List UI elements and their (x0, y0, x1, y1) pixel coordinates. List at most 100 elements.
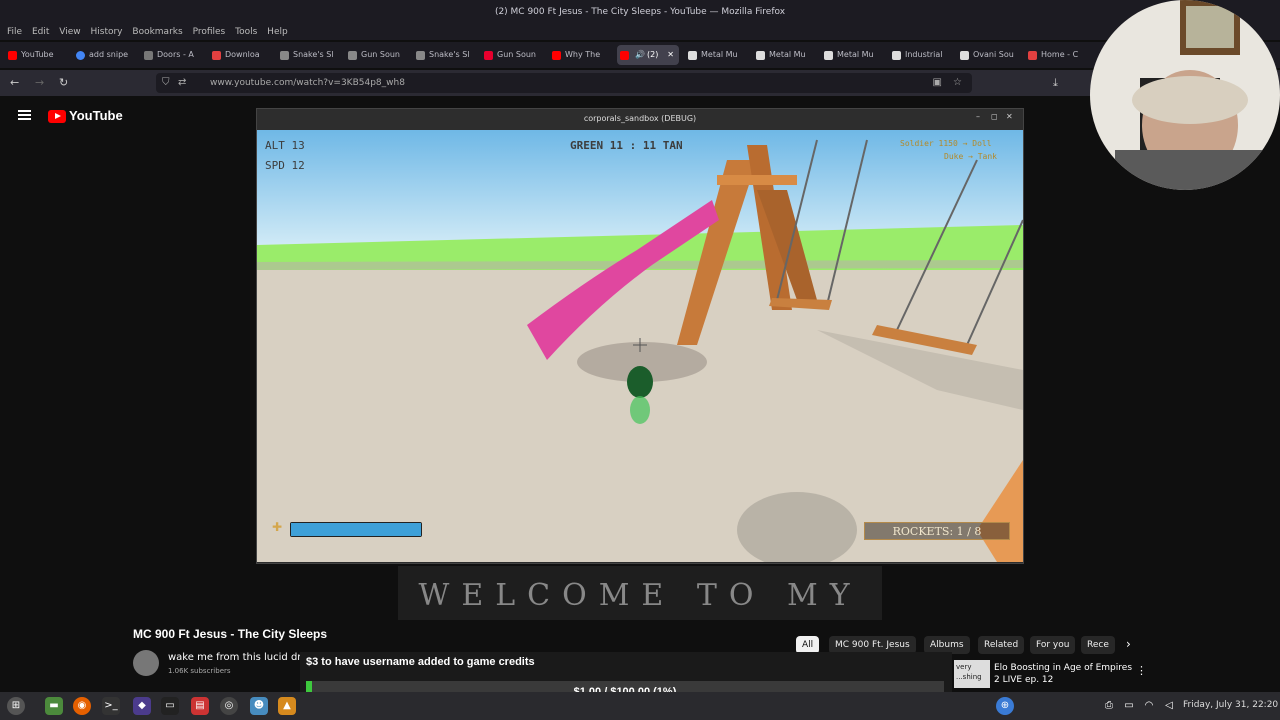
game-scene (257, 130, 1023, 562)
health-bar (290, 522, 422, 537)
menu-bar: File Edit View History Bookmarks Profile… (0, 24, 1280, 40)
tab-label: Metal Mu (837, 50, 874, 59)
tab-snakes-1[interactable]: Snake's Sl (277, 45, 339, 65)
menu-view[interactable]: View (59, 24, 80, 40)
more-vert-icon[interactable]: ⋮ (1136, 664, 1147, 677)
menu-profiles[interactable]: Profiles (193, 24, 226, 40)
tab-metal-2[interactable]: Metal Mu (753, 45, 815, 65)
app-icon[interactable]: ▲ (278, 697, 296, 715)
tab-label: Industrial (905, 50, 943, 59)
tab-home[interactable]: Home - C (1025, 45, 1087, 65)
tab-ovani[interactable]: Ovani Sou (957, 45, 1019, 65)
tab-metal-3[interactable]: Metal Mu (821, 45, 883, 65)
logo-text: YouTube (69, 108, 123, 123)
welcome-banner: WELCOME TO MY DREAM (398, 566, 882, 620)
altitude-readout: ALT 13 (265, 139, 305, 152)
w-favicon-icon (892, 51, 901, 60)
page-favicon-icon (212, 51, 221, 60)
webcam-image (1115, 0, 1265, 190)
rockets-counter: ROCKETS: 1 / 8 (864, 522, 1010, 540)
downloads-icon[interactable]: ⤓ (1053, 76, 1058, 90)
menu-edit[interactable]: Edit (32, 24, 49, 40)
tab-industrial[interactable]: Industrial (889, 45, 951, 65)
close-window-icon[interactable]: ✕ (1006, 112, 1013, 121)
reader-view-icon[interactable]: ▣ (933, 73, 942, 93)
reload-icon[interactable]: ↻ (59, 76, 68, 89)
chip-related[interactable]: Related (978, 636, 1025, 654)
file-manager-icon[interactable]: ▬ (45, 697, 63, 715)
permissions-icon[interactable]: ⇄ (178, 73, 186, 93)
w-favicon-icon (688, 51, 697, 60)
tab-active-video[interactable]: 🔊 (2) ✕ (617, 45, 679, 65)
volume-icon[interactable]: ◁ (1160, 697, 1178, 715)
youtube-favicon-icon (8, 51, 17, 60)
url-bar[interactable]: ⛉ ⇄ www.youtube.com/watch?v=3KB54p8_wh8 … (156, 73, 972, 93)
speed-readout: SPD 12 (265, 159, 305, 172)
tab-label: Gun Soun (361, 50, 400, 59)
video-title: MC 900 Ft Jesus - The City Sleeps (133, 627, 328, 641)
tab-gun-sound-2[interactable]: Gun Soun (481, 45, 543, 65)
printer-icon[interactable]: ⎙ (1100, 697, 1118, 715)
tab-label: Doors - A (157, 50, 194, 59)
display-icon[interactable]: ▭ (1120, 697, 1138, 715)
minimize-icon[interactable]: – (976, 112, 980, 121)
menu-file[interactable]: File (7, 24, 22, 40)
tab-youtube[interactable]: YouTube (5, 45, 67, 65)
godot-icon[interactable]: ☻ (250, 697, 268, 715)
tab-snakes-2[interactable]: Snake's Sl (413, 45, 475, 65)
bookmark-star-icon[interactable]: ☆ (953, 73, 962, 93)
forward-icon[interactable]: → (35, 76, 44, 89)
page-favicon-icon (416, 51, 425, 60)
chip-recent[interactable]: Rece (1081, 636, 1115, 654)
terminal-icon[interactable]: >_ (102, 697, 120, 715)
text-editor-icon[interactable]: ▤ (191, 697, 209, 715)
tab-add-snipe[interactable]: add snipe (73, 45, 135, 65)
menu-icon[interactable] (18, 110, 31, 120)
painting-canvas (1186, 6, 1234, 48)
avatar[interactable] (133, 650, 159, 676)
tab-gun-sound-1[interactable]: Gun Soun (345, 45, 407, 65)
menu-history[interactable]: History (90, 24, 122, 40)
tab-label: Metal Mu (769, 50, 806, 59)
start-menu-icon[interactable]: ⊞ (7, 697, 25, 715)
tab-why-the[interactable]: Why The (549, 45, 611, 65)
wifi-icon[interactable]: ◠ (1140, 697, 1158, 715)
related-thumbnail[interactable]: very ...shing (954, 660, 990, 688)
tab-label: (2) (647, 50, 659, 59)
terminal-2-icon[interactable]: ▭ (161, 697, 179, 715)
tab-label: YouTube (21, 50, 54, 59)
taskbar-clock[interactable]: Friday, July 31, 22:20 (1183, 700, 1278, 710)
network-icon[interactable]: ⊕ (996, 697, 1014, 715)
tab-label: Home - C (1041, 50, 1079, 59)
chevron-right-icon[interactable]: › (1126, 637, 1131, 651)
related-video-title[interactable]: Elo Boosting in Age of Empires 2 LIVE ep… (994, 662, 1134, 686)
game-window-title: corporals_sandbox (DEBUG) (583, 114, 697, 123)
w-favicon-icon (824, 51, 833, 60)
youtube-logo[interactable]: YouTube (48, 108, 123, 124)
obsidian-icon[interactable]: ◆ (133, 697, 151, 715)
tab-label: Metal Mu (701, 50, 738, 59)
tab-download[interactable]: Downloa (209, 45, 271, 65)
tab-strip: YouTube add snipe Doors - A Downloa Snak… (0, 42, 1280, 68)
chip-for-you[interactable]: For you (1030, 636, 1076, 654)
game-viewport[interactable] (257, 130, 1023, 562)
menu-tools[interactable]: Tools (235, 24, 257, 40)
close-tab-icon[interactable]: ✕ (667, 45, 674, 65)
tab-metal-1[interactable]: Metal Mu (685, 45, 747, 65)
url-text: www.youtube.com/watch?v=3KB54p8_wh8 (210, 78, 405, 88)
firefox-icon[interactable]: ◉ (73, 697, 91, 715)
tab-label: Gun Soun (497, 50, 536, 59)
maximize-icon[interactable]: ◻ (991, 112, 998, 121)
tab-label: Snake's Sl (429, 50, 470, 59)
menu-help[interactable]: Help (267, 24, 288, 40)
window-title: (2) MC 900 Ft Jesus - The City Sleeps - … (0, 0, 1280, 24)
menu-bookmarks[interactable]: Bookmarks (132, 24, 182, 40)
speaker-icon[interactable]: 🔊 (635, 45, 645, 65)
shield-icon[interactable]: ⛉ (162, 73, 170, 93)
tab-label: Why The (565, 50, 601, 59)
tab-doors[interactable]: Doors - A (141, 45, 203, 65)
youtube-favicon-icon (552, 51, 561, 60)
channel-name[interactable]: wake me from this lucid dr (168, 652, 301, 663)
obs-icon[interactable]: ◎ (220, 697, 238, 715)
back-icon[interactable]: ← (10, 76, 19, 89)
